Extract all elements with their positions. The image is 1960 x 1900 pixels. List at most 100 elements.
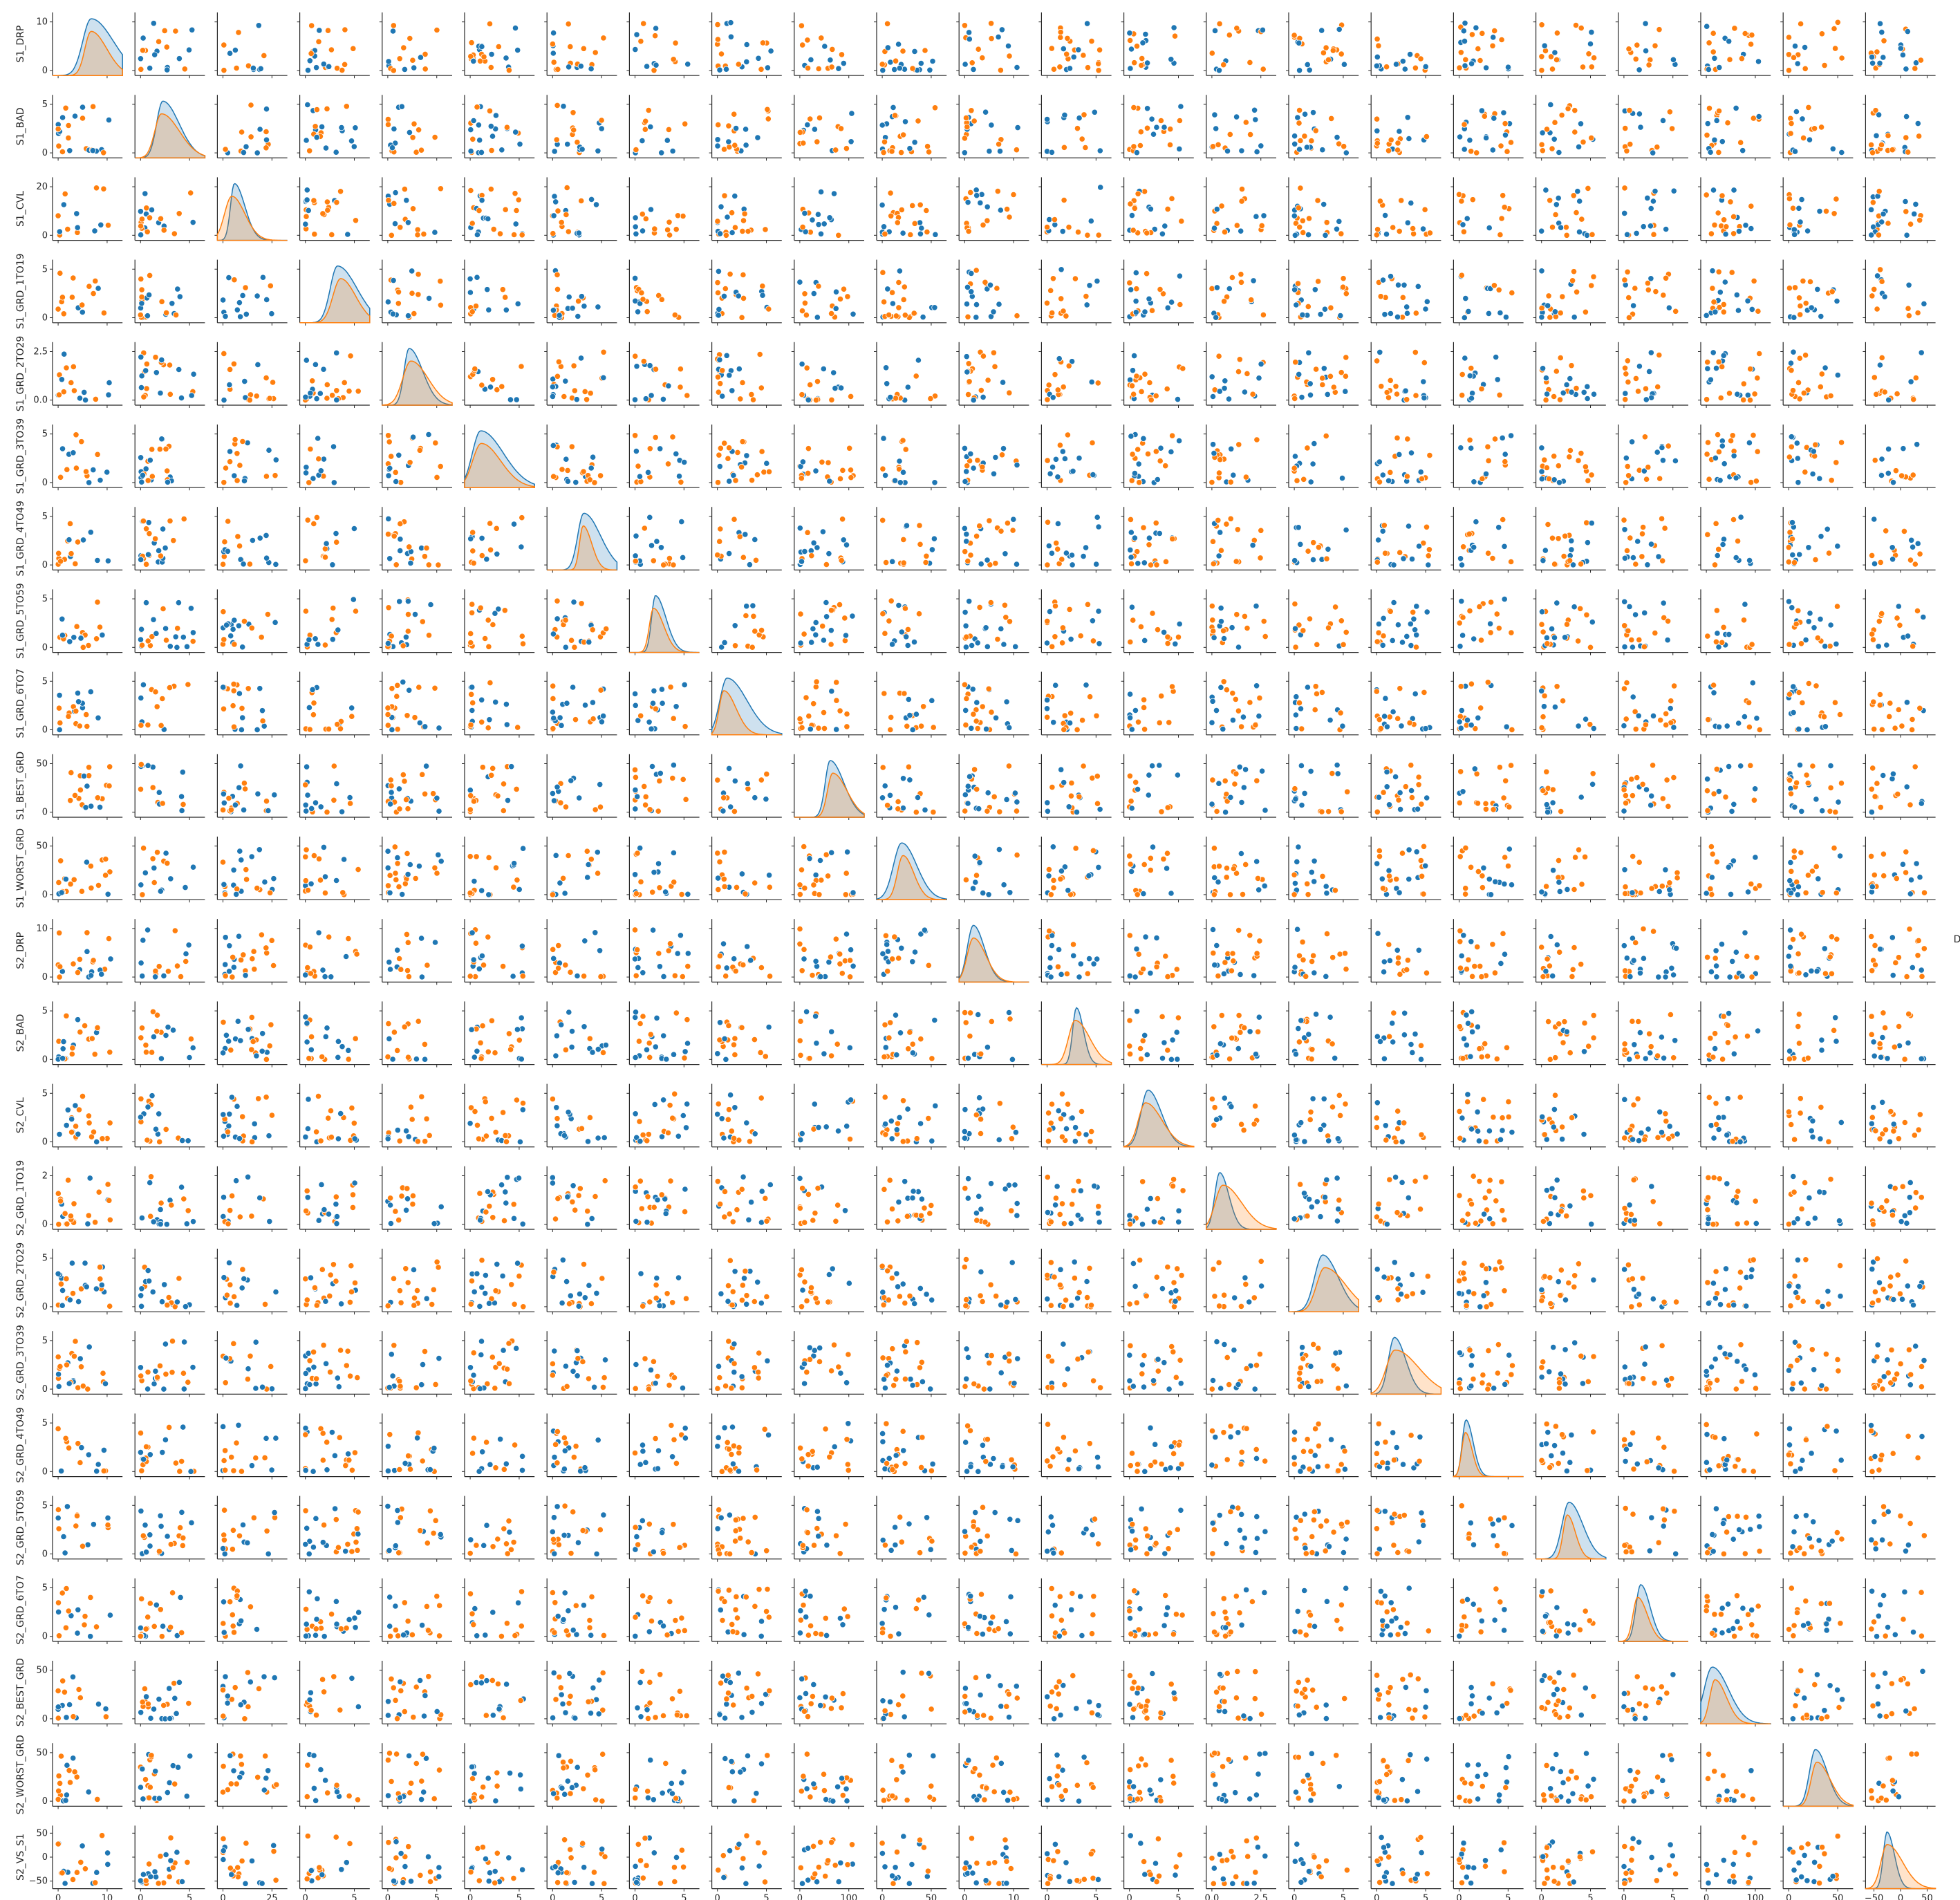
point-series-1.0: [1315, 278, 1322, 285]
point-series-1.0: [411, 714, 418, 721]
point-series-1.0: [1573, 209, 1580, 216]
point-series-1.0: [409, 134, 416, 141]
point-series-1.0: [384, 722, 391, 729]
point-series-0.0: [1046, 608, 1054, 615]
point-series-1.0: [321, 642, 328, 649]
point-series-1.0: [764, 106, 771, 113]
panel-S1_GRD_6TO7-vs-S1_CVL: [214, 671, 288, 738]
point-series-1.0: [1789, 387, 1797, 394]
point-series-1.0: [1233, 222, 1240, 229]
point-series-0.0: [95, 714, 102, 721]
point-series-0.0: [1482, 470, 1490, 478]
point-series-0.0: [729, 387, 736, 394]
point-series-0.0: [189, 26, 196, 33]
point-series-0.0: [1399, 639, 1406, 646]
point-series-1.0: [814, 138, 821, 145]
panel-S1_GRD_2TO29-vs-S2_DRP: [956, 342, 1029, 408]
point-series-1.0: [485, 725, 492, 732]
point-series-1.0: [515, 196, 522, 203]
point-series-1.0: [1375, 42, 1382, 49]
point-series-0.0: [1816, 207, 1823, 215]
point-series-1.0: [1575, 457, 1582, 464]
point-series-0.0: [153, 369, 160, 376]
point-series-1.0: [1746, 397, 1754, 404]
point-series-1.0: [65, 713, 72, 720]
point-series-1.0: [1130, 391, 1137, 398]
point-series-0.0: [138, 232, 144, 239]
point-series-1.0: [487, 679, 494, 687]
panel-S1_GRD_2TO29-vs-S2_WORST_GRD: [1780, 342, 1854, 408]
point-series-1.0: [571, 387, 578, 394]
point-series-1.0: [1304, 445, 1311, 451]
point-series-1.0: [997, 67, 1005, 74]
point-series-1.0: [1543, 464, 1550, 472]
point-series-0.0: [87, 688, 94, 696]
point-series-1.0: [1223, 521, 1230, 528]
point-series-1.0: [1209, 538, 1217, 545]
point-series-0.0: [998, 26, 1006, 33]
point-series-1.0: [580, 468, 587, 475]
point-series-0.0: [77, 635, 84, 642]
point-series-1.0: [1138, 62, 1145, 69]
point-series-0.0: [801, 209, 808, 216]
point-series-1.0: [337, 188, 344, 195]
point-series-0.0: [1489, 147, 1496, 153]
panel-S1_GRD_3TO39-vs-S1_GRD_4TO49: [544, 425, 617, 491]
point-series-1.0: [161, 27, 168, 35]
point-series-1.0: [581, 388, 588, 395]
point-series-1.0: [563, 184, 570, 192]
point-series-1.0: [568, 637, 575, 644]
y-tick-label: 0: [42, 478, 48, 488]
point-series-1.0: [171, 230, 178, 237]
point-series-1.0: [162, 445, 169, 453]
point-series-1.0: [90, 290, 97, 297]
point-series-0.0: [723, 352, 730, 359]
point-series-0.0: [1291, 133, 1298, 140]
point-series-1.0: [1796, 395, 1803, 402]
point-series-1.0: [1567, 447, 1574, 454]
point-series-1.0: [1885, 132, 1892, 139]
point-series-1.0: [1660, 292, 1667, 299]
point-series-1.0: [1729, 432, 1736, 439]
point-series-0.0: [1568, 389, 1575, 395]
point-series-1.0: [1706, 39, 1712, 46]
point-series-1.0: [820, 709, 828, 716]
point-series-1.0: [1634, 388, 1642, 395]
point-series-0.0: [1549, 625, 1556, 633]
point-series-0.0: [105, 117, 113, 124]
kde-series-1.0: [382, 360, 453, 406]
point-series-1.0: [1295, 205, 1302, 212]
point-series-0.0: [1394, 313, 1401, 320]
point-series-1.0: [140, 517, 147, 525]
point-series-0.0: [97, 221, 104, 228]
point-series-1.0: [411, 120, 418, 127]
point-series-1.0: [1300, 229, 1307, 236]
point-series-0.0: [1083, 301, 1090, 308]
point-series-0.0: [1213, 284, 1221, 291]
point-series-1.0: [1481, 113, 1488, 120]
point-series-1.0: [840, 286, 848, 292]
point-series-0.0: [1900, 445, 1907, 452]
point-series-1.0: [1308, 138, 1315, 145]
point-series-1.0: [722, 232, 730, 239]
point-series-0.0: [899, 469, 907, 476]
point-series-0.0: [257, 65, 264, 72]
point-series-1.0: [898, 206, 905, 214]
point-series-1.0: [1711, 221, 1718, 228]
point-series-0.0: [326, 63, 333, 70]
point-series-1.0: [652, 705, 660, 712]
point-series-1.0: [1545, 292, 1552, 299]
point-series-1.0: [554, 102, 561, 109]
point-series-0.0: [1730, 187, 1737, 194]
point-series-0.0: [1911, 210, 1918, 217]
panel-S1_GRD_3TO39-vs-S1_GRD_3TO39: [462, 425, 535, 491]
point-series-1.0: [988, 20, 995, 27]
point-series-1.0: [1563, 621, 1571, 628]
point-series-1.0: [1497, 231, 1504, 239]
point-series-0.0: [632, 552, 639, 559]
point-series-0.0: [963, 468, 970, 475]
point-series-1.0: [1323, 219, 1330, 226]
point-series-0.0: [592, 201, 600, 208]
point-series-0.0: [304, 196, 310, 203]
panel-S1_CVL-vs-S2_GRD_4TO49: [1450, 177, 1524, 243]
